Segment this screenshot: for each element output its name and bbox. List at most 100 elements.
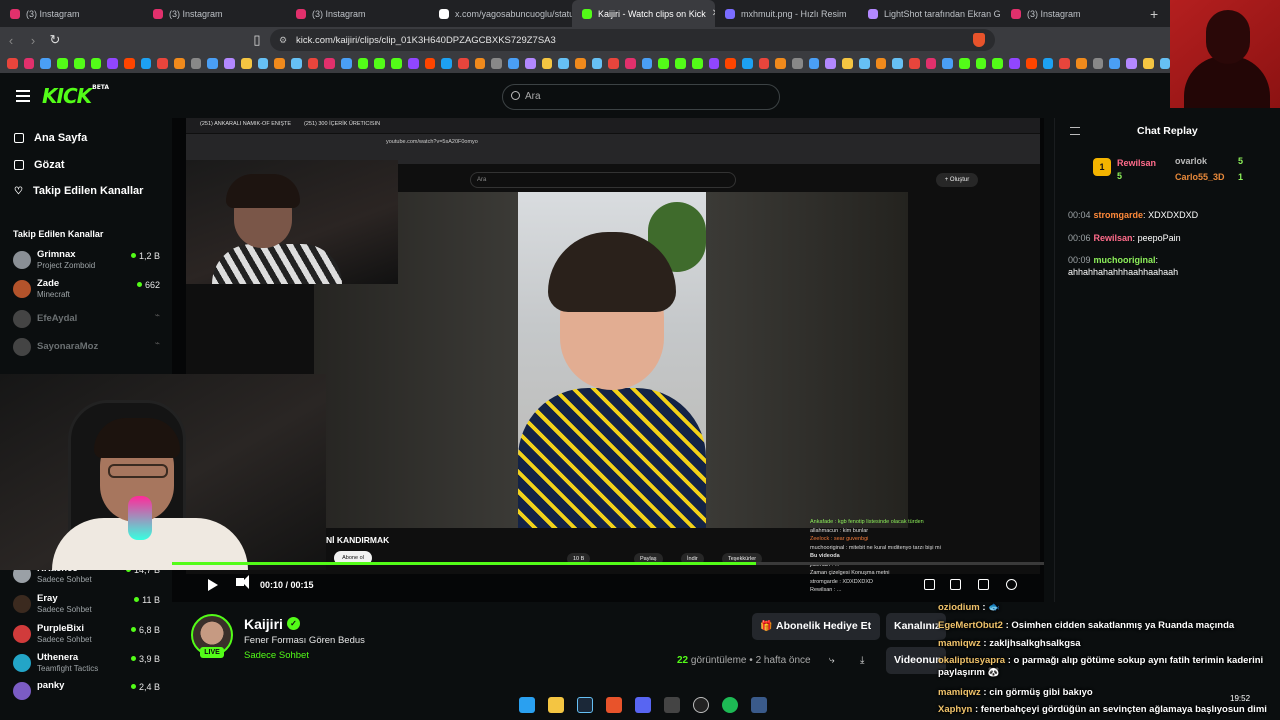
gift-subscription-button[interactable]: Abonelik Hediye Et [752,613,880,640]
bookmark-icon[interactable] [174,57,185,69]
file-explorer-icon[interactable] [548,697,564,713]
bookmark-icon[interactable] [324,57,336,69]
leaderboard-name[interactable]: Carlo55_3D [1175,172,1225,182]
bookmark-icon[interactable] [240,57,252,69]
bookmark-icon[interactable] [1009,57,1020,69]
video-button[interactable]: Videonun [886,647,946,674]
channel-button[interactable]: Kanalınız [886,613,946,640]
bookmark-icon[interactable] [975,57,987,69]
url-bar[interactable]: ⚙ kick.com/kaijiri/clips/clip_01K3H640DP… [270,29,995,51]
bookmark-icon[interactable] [140,57,152,69]
bookmark-icon[interactable] [407,57,419,69]
bookmark-icon[interactable] [524,57,536,69]
bookmark-icon[interactable] [558,57,569,69]
bookmark-icon[interactable] [374,57,386,69]
bookmark-icon[interactable] [1076,57,1087,69]
category-link[interactable]: Sadece Sohbet [244,650,309,661]
app-icon[interactable] [664,697,680,713]
app-icon[interactable] [751,697,767,713]
bookmark-icon[interactable] [658,57,670,69]
bookmark-icon[interactable] [908,57,920,69]
browser-tab[interactable]: (3) Instagram [0,0,143,27]
play-icon[interactable] [208,579,218,591]
collapse-chat-icon[interactable] [1070,127,1080,135]
obs-icon[interactable] [693,697,709,713]
sidebar-item-browse[interactable]: Gözat [14,159,65,171]
brave-shield-icon[interactable] [973,33,985,47]
bookmark-icon[interactable] [641,57,653,69]
bookmark-icon[interactable] [1059,57,1070,69]
bookmark-icon[interactable] [1042,57,1054,69]
bookmark-icon[interactable] [123,57,135,69]
reload-icon[interactable]: ↻ [44,32,66,48]
kick-logo[interactable]: KICKBETA [42,84,109,108]
leaderboard-name[interactable]: ovarlok [1175,156,1207,166]
bookmark-icon[interactable] [7,57,18,69]
bookmark-icon[interactable] [357,57,369,69]
pip-icon[interactable] [950,579,961,590]
bookmark-icon[interactable] [842,57,853,69]
site-info-icon[interactable]: ⚙ [279,35,287,46]
bookmark-icon[interactable] [290,57,302,69]
channel-item-offline[interactable]: SayonaraMoz ⌁ [13,335,163,361]
share-icon[interactable]: ⤷ [829,655,835,666]
bookmark-icon[interactable] [107,57,118,69]
bookmark-icon[interactable] [725,57,736,69]
browser-tab[interactable]: x.com/yagosabuncuoglu/status [429,0,572,27]
bookmark-icon[interactable] [574,57,586,69]
channel-item[interactable]: PurpleBixi Sadece Sohbet 6,8 B [13,622,163,648]
bookmark-icon[interactable] [608,57,620,69]
bookmark-icon[interactable] [224,57,235,69]
bookmark-icon[interactable] [892,57,903,69]
volume-icon[interactable] [236,575,249,589]
channel-item[interactable]: Eray Sadece Sohbet 11 B [13,592,163,618]
bookmark-icon[interactable] [992,57,1004,69]
bookmark-icon[interactable] [541,57,553,69]
browser-tab[interactable]: (3) Instagram [143,0,286,27]
forward-icon[interactable]: › [22,33,44,48]
video-progress-bar[interactable] [172,562,1044,565]
bookmark-icon[interactable] [1126,57,1137,69]
channel-item-offline[interactable]: EfeAydal ⌁ [13,307,163,333]
new-tab-button[interactable]: + [1150,6,1158,22]
channel-item[interactable]: panky 2,4 B [13,679,163,705]
bookmark-icon[interactable] [942,57,954,69]
bookmark-icon[interactable]: ▯ [246,32,268,48]
bookmark-icon[interactable] [1025,57,1037,69]
bookmark-icon[interactable] [73,57,85,69]
bookmark-icon[interactable] [875,57,887,69]
bookmark-icon[interactable] [491,57,503,69]
theater-icon[interactable] [924,579,935,590]
bookmark-icon[interactable] [741,57,753,69]
bookmark-icon[interactable] [190,57,202,69]
bookmark-icon[interactable] [708,57,720,69]
bookmark-icon[interactable] [57,57,68,69]
browser-tab[interactable]: (3) Instagram [1001,0,1144,27]
menu-icon[interactable] [16,90,30,102]
windows-start-icon[interactable] [519,697,535,713]
bookmark-icon[interactable] [23,57,35,69]
bookmark-icon[interactable] [1109,57,1121,69]
bookmark-icon[interactable] [274,57,285,69]
channel-name[interactable]: Kaijiri [244,616,283,632]
sidebar-item-following[interactable]: ♡ Takip Edilen Kanallar [14,185,143,197]
bookmark-icon[interactable] [792,57,803,69]
bookmark-icon[interactable] [591,57,603,69]
bookmark-icon[interactable] [40,57,52,69]
browser-tab[interactable]: mxhmuit.png - Hızlı Resim [715,0,858,27]
bookmark-icon[interactable] [925,57,937,69]
bookmark-icon[interactable] [424,57,436,69]
bookmark-icon[interactable] [959,57,970,69]
bookmark-icon[interactable] [307,57,319,69]
bookmark-icon[interactable] [90,57,102,69]
fullscreen-icon[interactable] [978,579,989,590]
bookmark-icon[interactable] [1159,57,1171,69]
search-input[interactable]: Ara [502,84,780,110]
spotify-icon[interactable] [722,697,738,713]
bookmark-icon[interactable] [625,57,636,69]
bookmark-icon[interactable] [775,57,787,69]
steam-icon[interactable] [577,697,593,713]
bookmark-icon[interactable] [825,57,837,69]
brave-icon[interactable] [606,697,622,713]
download-icon[interactable]: ⤓ [860,655,864,666]
